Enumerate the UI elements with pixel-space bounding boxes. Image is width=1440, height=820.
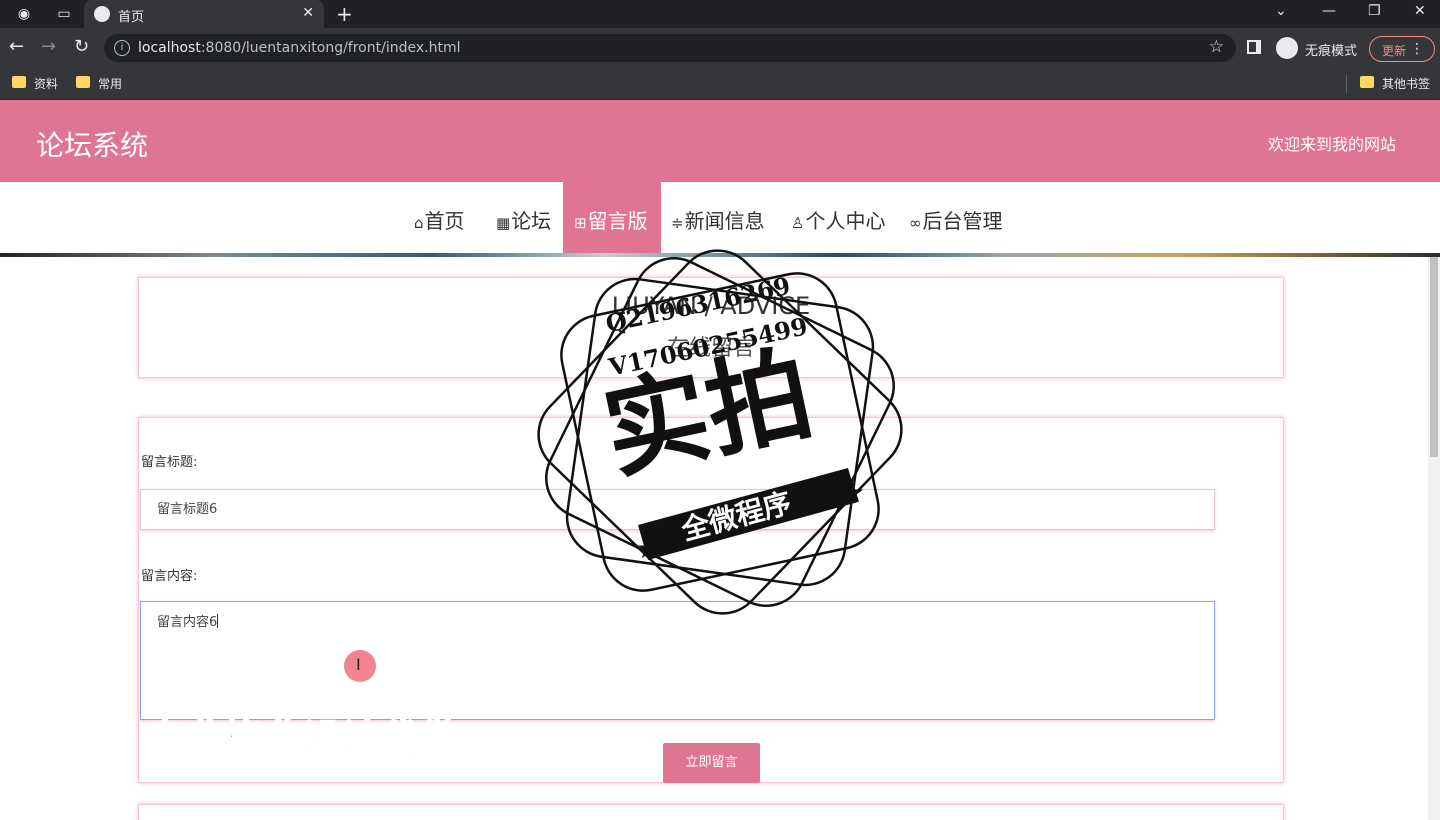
browser-toolbar: ← → ↻ i localhost:8080/luentanxitong/fro… xyxy=(0,28,1440,68)
bookmark-folder[interactable]: 资料 xyxy=(12,75,58,92)
incognito-icon xyxy=(1276,37,1298,59)
folder-icon xyxy=(12,76,26,88)
content-field-label: 留言内容: xyxy=(141,569,198,584)
bookmark-star-icon[interactable]: ☆ xyxy=(1209,37,1224,57)
chrome-menu-icon[interactable]: ◉ xyxy=(14,4,34,24)
tab-search-icon[interactable]: ▭ xyxy=(54,4,74,24)
incognito-label: 无痕模式 xyxy=(1305,44,1358,59)
close-tab-icon[interactable]: ✕ xyxy=(302,5,314,21)
address-bar[interactable]: i localhost:8080/luentanxitong/front/ind… xyxy=(104,34,1236,62)
scrollbar-thumb[interactable] xyxy=(1430,257,1438,457)
minimize-button[interactable]: — xyxy=(1322,3,1336,19)
restore-button[interactable]: ❐ xyxy=(1368,3,1381,19)
title-field-label: 留言标题: xyxy=(141,455,198,470)
browser-tab[interactable]: 首页 ✕ xyxy=(84,0,324,28)
star-icon: ★ xyxy=(840,476,865,509)
site-info-icon[interactable]: i xyxy=(114,40,130,56)
more-menu-icon[interactable]: ⋮ xyxy=(1410,41,1424,57)
browser-tab-bar: ◉ ▭ 首页 ✕ + ⌄ — ❐ ✕ xyxy=(0,0,1440,28)
grid-icon: ▦ xyxy=(496,214,511,232)
home-icon: ⌂ xyxy=(414,214,424,232)
promo-watermark: 专业毕业设计代做 xyxy=(146,716,460,762)
other-bookmarks[interactable]: 其他书签 xyxy=(1360,75,1430,92)
site-header: 论坛系统 欢迎来到我的网站 xyxy=(0,100,1440,182)
bookmarks-bar: 资料 常用 其他书签 xyxy=(0,68,1440,100)
text-caret xyxy=(217,614,219,628)
bookmark-folder[interactable]: 常用 xyxy=(76,75,122,92)
text-cursor-icon: I xyxy=(356,655,361,674)
message-list-panel xyxy=(138,804,1284,820)
sliders-icon: ≑ xyxy=(671,214,684,232)
update-label: 更新 xyxy=(1382,44,1407,58)
globe-icon xyxy=(94,6,110,22)
nav-admin[interactable]: ∞后台管理 xyxy=(909,182,1003,255)
new-tab-button[interactable]: + xyxy=(336,2,353,26)
site-title: 论坛系统 xyxy=(36,129,149,162)
back-button[interactable]: ← xyxy=(9,37,24,57)
page-scrollbar[interactable] xyxy=(1428,257,1440,820)
user-icon: ♙ xyxy=(791,214,805,232)
tab-title: 首页 xyxy=(118,10,145,25)
reload-button[interactable]: ↻ xyxy=(74,37,89,57)
tab-list-chevron-icon[interactable]: ⌄ xyxy=(1275,3,1287,19)
gift-icon: ⊞ xyxy=(574,214,587,232)
update-button[interactable]: 更新 ⋮ xyxy=(1369,36,1435,62)
link-icon: ∞ xyxy=(909,214,922,232)
submit-message-button[interactable]: 立即留言 xyxy=(663,743,760,783)
welcome-text: 欢迎来到我的网站 xyxy=(1267,135,1396,154)
forward-button[interactable]: → xyxy=(41,37,56,57)
folder-icon xyxy=(76,76,90,88)
close-window-button[interactable]: ✕ xyxy=(1414,3,1426,19)
bookmarks-divider xyxy=(1346,75,1347,93)
url-text[interactable]: localhost:8080/luentanxitong/front/index… xyxy=(138,40,460,56)
folder-icon xyxy=(1360,76,1374,88)
star-icon: ★ xyxy=(636,532,661,565)
side-panel-icon[interactable] xyxy=(1247,40,1261,54)
nav-home[interactable]: ⌂首页 xyxy=(414,182,465,255)
